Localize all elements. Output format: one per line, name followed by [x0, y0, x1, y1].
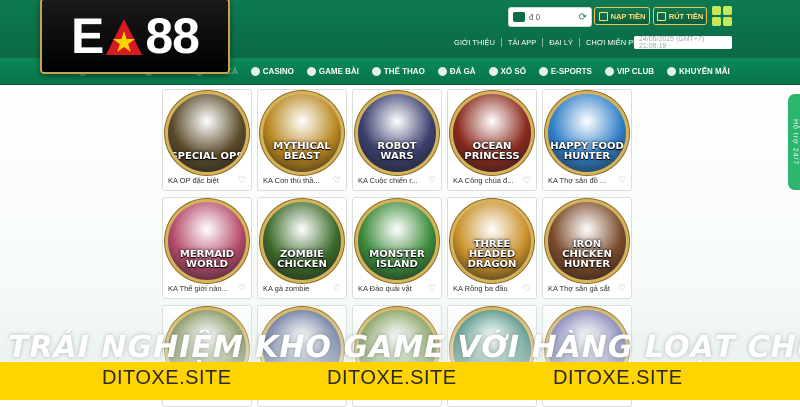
game-title-art: HAPPY FOOD HUNTER: [550, 141, 624, 162]
game-title-art: MYTHICAL BEAST: [273, 141, 331, 162]
link-download-app[interactable]: TẢI APP: [502, 38, 544, 47]
game-title-art: MONSTER ISLAND: [369, 249, 425, 270]
favorite-heart-icon[interactable]: ♡: [618, 175, 626, 186]
game-title-art: ZOMBIE CHICKEN: [277, 249, 327, 270]
withdraw-button[interactable]: RÚT TIỀN: [653, 7, 707, 25]
nav-item-lottery[interactable]: XỔ SỐ: [488, 66, 526, 76]
game-thumbnail[interactable]: HAPPY FOOD HUNTER: [548, 94, 626, 172]
game-caption: KA Thợ săn đồ ...: [548, 176, 607, 185]
gamepad-icon: [538, 66, 548, 76]
game-thumbnail[interactable]: MYTHICAL BEAST: [263, 94, 341, 172]
logo-number: 88: [145, 8, 200, 64]
game-card[interactable]: ROBOT WARS KA Cuộc chiến r... ♡: [352, 89, 442, 191]
refresh-icon[interactable]: ⟳: [579, 12, 587, 23]
game-card[interactable]: HAPPY FOOD HUNTER KA Thợ săn đồ ... ♡: [542, 89, 632, 191]
wallet-value: đ 0: [529, 12, 541, 22]
gift-icon: [667, 66, 677, 76]
watermark-text: DITOXE.SITE: [102, 367, 232, 389]
apps-menu-icon[interactable]: [712, 6, 732, 26]
soccer-icon: [371, 66, 381, 76]
game-title-art: ROBOT WARS: [377, 141, 417, 162]
brand-logo[interactable]: E 88: [40, 0, 230, 74]
favorite-heart-icon[interactable]: ♡: [238, 175, 246, 186]
deposit-icon: [598, 11, 608, 21]
game-card[interactable]: ZOMBIE CHICKEN KA gà zombie ♡: [257, 197, 347, 299]
withdraw-icon: [656, 11, 666, 21]
wallet-icon: [513, 12, 525, 22]
game-card[interactable]: THREE HEADED DRAGON KA Rồng ba đầu ♡: [447, 197, 537, 299]
nav-item-esports[interactable]: E-SPORTS: [538, 66, 592, 76]
favorite-heart-icon[interactable]: ♡: [428, 283, 436, 294]
nav-item-promotions[interactable]: KHUYẾN MÃI: [667, 66, 730, 76]
favorite-heart-icon[interactable]: ♡: [523, 283, 531, 294]
crown-icon: [604, 66, 614, 76]
game-card[interactable]: Iron Chicken Hunter KA Thợ săn gà sắt ♡: [542, 197, 632, 299]
favorite-heart-icon[interactable]: ♡: [428, 175, 436, 186]
logo-wordmark: E 88: [71, 7, 200, 65]
chip-icon: [250, 66, 260, 76]
game-caption: KA Thế giới nàn...: [168, 284, 228, 293]
favorite-heart-icon[interactable]: ♡: [333, 283, 341, 294]
game-thumbnail[interactable]: OCEAN PRINCESS: [453, 94, 531, 172]
game-thumbnail[interactable]: THREE HEADED DRAGON: [453, 202, 531, 280]
game-card[interactable]: MYTHICAL BEAST KA Con thú thầ... ♡: [257, 89, 347, 191]
game-thumbnail[interactable]: MONSTER ISLAND: [358, 202, 436, 280]
nav-item-card-games[interactable]: GAME BÀI: [306, 66, 359, 76]
game-caption: KA Đảo quái vật: [358, 284, 412, 293]
game-thumbnail[interactable]: Mermaid World: [168, 202, 246, 280]
withdraw-label: RÚT TIỀN: [668, 11, 704, 21]
game-card[interactable]: SPECIAL OPS KA OP đặc biệt ♡: [162, 89, 252, 191]
nav-item-casino[interactable]: CASINO: [250, 66, 294, 76]
favorite-heart-icon[interactable]: ♡: [238, 283, 246, 294]
header-links: GIỚI THIỆU TẢI APP ĐẠI LÝ CHƠI MIỄN PHÍ: [448, 38, 647, 47]
game-caption: KA Cuộc chiến r...: [358, 176, 418, 185]
promo-headline: TRẢI NGHIỆM KHO GAME VỚI HÀNG LOẠT CHỦ Đ…: [8, 330, 800, 365]
game-thumbnail[interactable]: Iron Chicken Hunter: [548, 202, 626, 280]
game-caption: KA Con thú thầ...: [263, 176, 320, 185]
deposit-button[interactable]: NẠP TIỀN: [594, 7, 650, 25]
game-caption: KA OP đặc biệt: [168, 176, 219, 185]
nav-item-sports[interactable]: THỂ THAO: [371, 66, 425, 76]
support-side-tab[interactable]: Hỗ trợ 24/7: [788, 94, 800, 190]
nav-item-cockfight[interactable]: ĐÁ GÀ: [437, 66, 476, 76]
game-caption: KA Công chúa đ...: [453, 176, 514, 185]
game-title-art: OCEAN PRINCESS: [464, 141, 520, 162]
game-thumbnail[interactable]: ZOMBIE CHICKEN: [263, 202, 341, 280]
watermark-text: DITOXE.SITE: [327, 367, 457, 389]
logo-letter: E: [71, 8, 104, 64]
game-card[interactable]: OCEAN PRINCESS KA Công chúa đ... ♡: [447, 89, 537, 191]
watermark-text: DITOXE.SITE: [553, 367, 683, 389]
favorite-heart-icon[interactable]: ♡: [618, 283, 626, 294]
wallet-balance[interactable]: đ 0 ⟳: [508, 7, 592, 27]
game-card[interactable]: Mermaid World KA Thế giới nàn... ♡: [162, 197, 252, 299]
vietnam-flag-star-icon: [106, 19, 143, 55]
game-thumbnail[interactable]: ROBOT WARS: [358, 94, 436, 172]
game-caption: KA Thợ săn gà sắt: [548, 284, 610, 293]
link-about[interactable]: GIỚI THIỆU: [448, 38, 502, 47]
cards-icon: [306, 66, 316, 76]
link-agent[interactable]: ĐẠI LÝ: [543, 38, 581, 47]
game-title-art: THREE HEADED DRAGON: [467, 239, 517, 270]
game-title-art: SPECIAL OPS: [170, 151, 244, 162]
game-title-art: Iron Chicken Hunter: [562, 239, 612, 270]
game-title-art: Mermaid World: [179, 249, 235, 270]
game-caption: KA Rồng ba đầu: [453, 284, 508, 293]
lottery-icon: [488, 66, 498, 76]
game-thumbnail[interactable]: SPECIAL OPS: [168, 94, 246, 172]
game-card[interactable]: MONSTER ISLAND KA Đảo quái vật ♡: [352, 197, 442, 299]
favorite-heart-icon[interactable]: ♡: [523, 175, 531, 186]
nav-item-vip[interactable]: VIP CLUB: [604, 66, 654, 76]
game-caption: KA gà zombie: [263, 284, 310, 293]
rooster-icon: [437, 66, 447, 76]
watermark-bar: DITOXE.SITE DITOXE.SITE DITOXE.SITE: [0, 362, 800, 400]
favorite-heart-icon[interactable]: ♡: [333, 175, 341, 186]
deposit-label: NẠP TIỀN: [610, 11, 646, 21]
datetime-display: 24/05/2025 (GMT+7) 21:08:19: [634, 36, 732, 50]
